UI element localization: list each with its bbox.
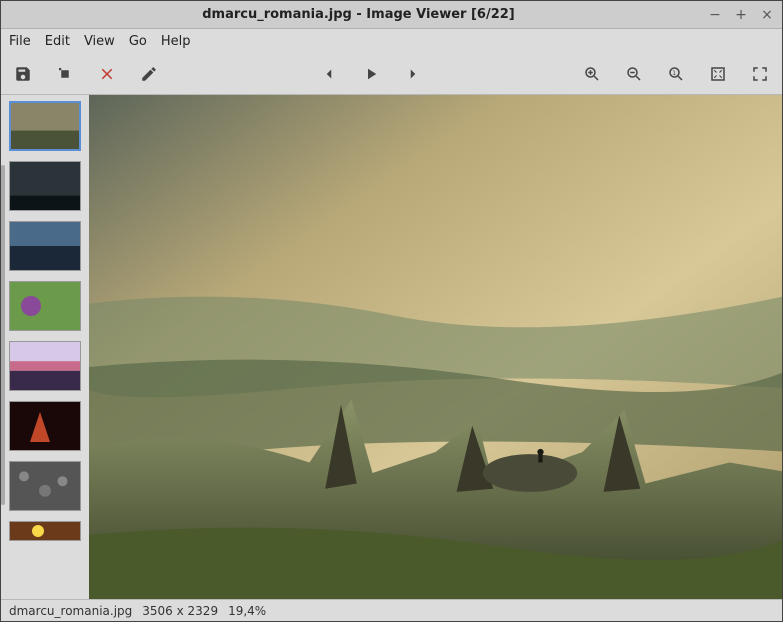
prev-icon (320, 65, 338, 83)
save-button[interactable] (11, 62, 35, 86)
status-dimensions: 3506 x 2329 (142, 604, 218, 618)
edit-button[interactable] (137, 62, 161, 86)
menu-file[interactable]: File (9, 34, 31, 49)
zoom-in-icon (583, 65, 601, 83)
zoom-in-button[interactable] (580, 62, 604, 86)
thumbnail-5[interactable] (9, 341, 81, 391)
thumbnail-4[interactable] (9, 281, 81, 331)
thumbnail-3[interactable] (9, 221, 81, 271)
thumbnail-7[interactable] (9, 461, 81, 511)
fullscreen-icon (751, 65, 769, 83)
thumbnail-scrollbar[interactable] (1, 165, 5, 505)
app-window: dmarcu_romania.jpg - Image Viewer [6/22]… (0, 0, 783, 622)
delete-button[interactable] (95, 62, 119, 86)
window-controls: − + × (708, 7, 774, 23)
next-button[interactable] (401, 62, 425, 86)
thumbnail-8[interactable] (9, 521, 81, 541)
thumbnail-2[interactable] (9, 161, 81, 211)
maximize-button[interactable]: + (734, 7, 748, 23)
thumbnail-1[interactable] (9, 101, 81, 151)
thumbnail-panel[interactable] (1, 95, 89, 599)
minimize-button[interactable]: − (708, 7, 722, 23)
zoom-original-icon: 1 (667, 65, 685, 83)
menu-help[interactable]: Help (161, 34, 191, 49)
menu-view[interactable]: View (84, 34, 115, 49)
menu-go[interactable]: Go (129, 34, 147, 49)
play-button[interactable] (359, 62, 383, 86)
edit-icon (140, 65, 158, 83)
toolbar: 1 (1, 53, 782, 95)
rotate-icon (56, 65, 74, 83)
fullscreen-button[interactable] (748, 62, 772, 86)
menubar: File Edit View Go Help (1, 29, 782, 53)
save-icon (14, 65, 32, 83)
close-button[interactable]: × (760, 7, 774, 23)
menu-edit[interactable]: Edit (45, 34, 70, 49)
delete-icon (98, 65, 116, 83)
prev-button[interactable] (317, 62, 341, 86)
image-viewer[interactable] (89, 95, 782, 599)
zoom-fit-button[interactable] (706, 62, 730, 86)
next-icon (404, 65, 422, 83)
rotate-button[interactable] (53, 62, 77, 86)
status-zoom: 19,4% (228, 604, 266, 618)
main-image (89, 95, 782, 599)
play-icon (362, 65, 380, 83)
zoom-original-button[interactable]: 1 (664, 62, 688, 86)
statusbar: dmarcu_romania.jpg 3506 x 2329 19,4% (1, 599, 782, 621)
zoom-out-button[interactable] (622, 62, 646, 86)
zoom-out-icon (625, 65, 643, 83)
window-title: dmarcu_romania.jpg - Image Viewer [6/22] (9, 7, 708, 22)
titlebar[interactable]: dmarcu_romania.jpg - Image Viewer [6/22]… (1, 1, 782, 29)
thumbnail-6[interactable] (9, 401, 81, 451)
zoom-fit-icon (709, 65, 727, 83)
content-area (1, 95, 782, 599)
status-filename: dmarcu_romania.jpg (9, 604, 132, 618)
svg-text:1: 1 (672, 69, 676, 76)
